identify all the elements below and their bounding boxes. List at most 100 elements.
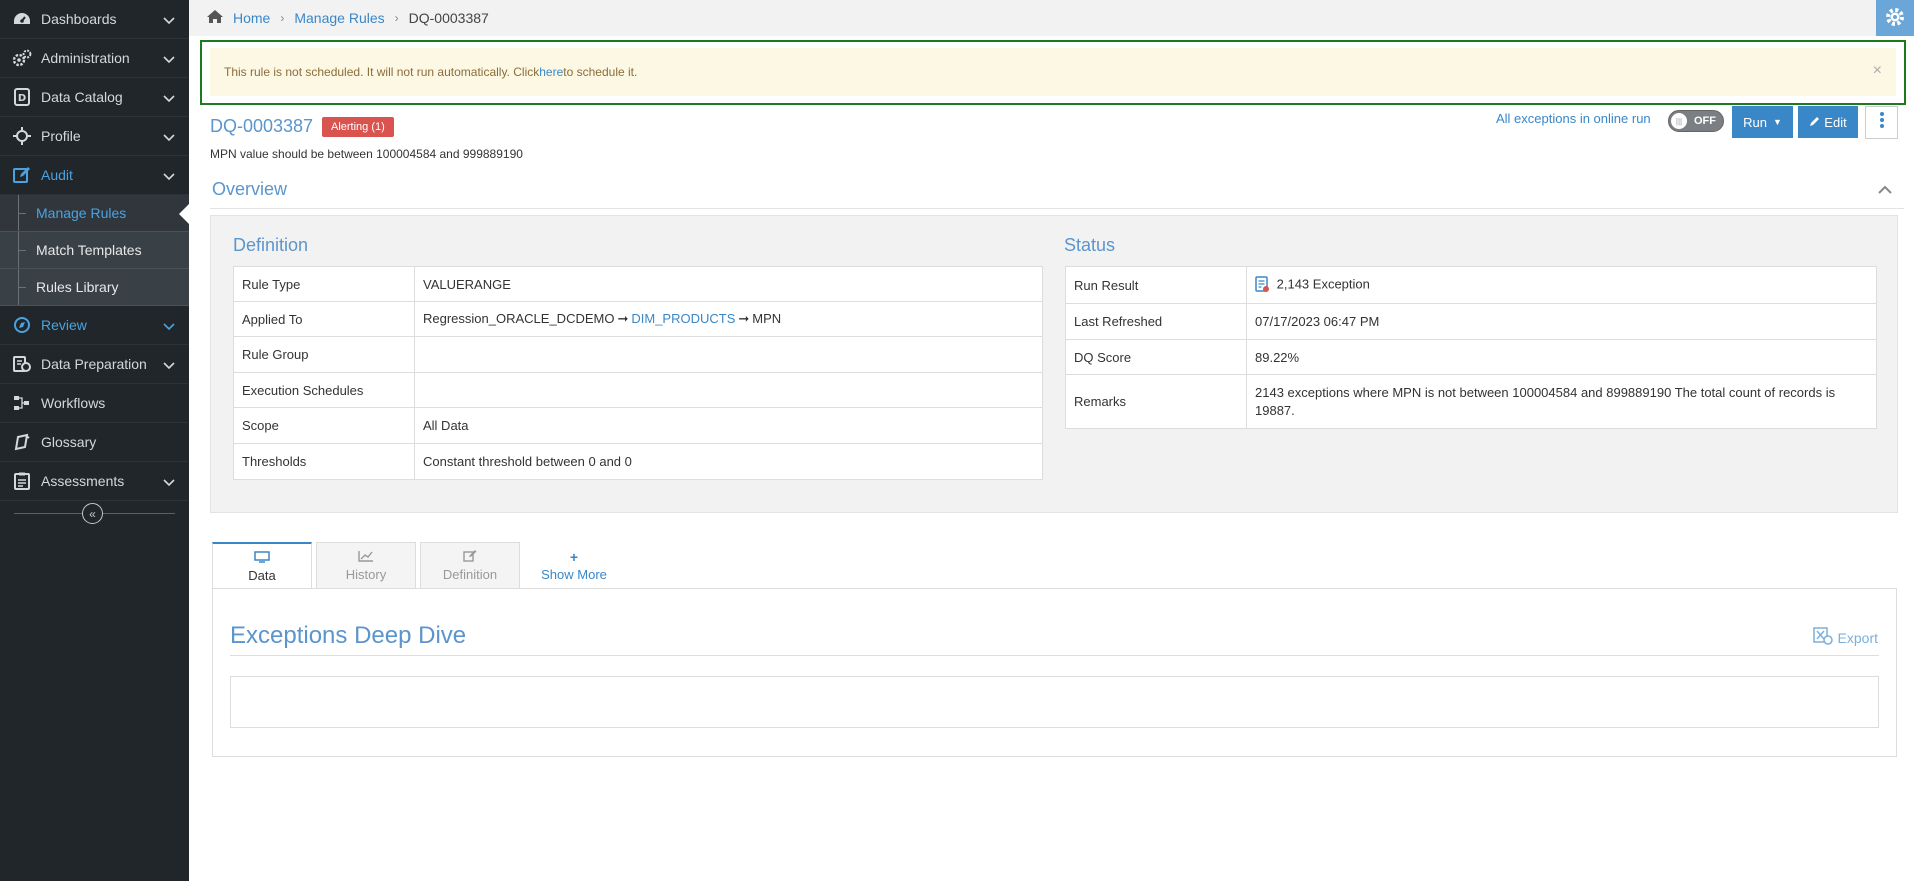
export-icon: [1812, 627, 1833, 648]
alert-message: This rule is not scheduled. It will not …: [210, 48, 1896, 96]
dq-score-label: DQ Score: [1065, 339, 1247, 375]
sidebar-item-label: Profile: [41, 128, 81, 144]
tab-show-more[interactable]: + Show More: [524, 542, 624, 588]
rule-group-label: Rule Group: [233, 336, 415, 373]
svg-text:D: D: [18, 93, 26, 104]
thresholds-value: Constant threshold between 0 and 0: [414, 443, 1043, 480]
schedule-link[interactable]: here: [539, 65, 563, 79]
divider: [230, 655, 1879, 656]
tab-definition[interactable]: Definition: [420, 542, 520, 588]
overview-title: Overview: [212, 179, 288, 199]
table-row: Run Result 2,143 Exception: [1065, 266, 1877, 304]
tab-data[interactable]: Data: [212, 542, 312, 589]
applied-source: Regression_ORACLE_DCDEMO: [423, 311, 615, 326]
sidebar-subitem-label: Manage Rules: [36, 205, 127, 221]
export-button[interactable]: Export: [1812, 627, 1878, 648]
edit-button[interactable]: Edit: [1798, 106, 1858, 138]
rule-group-value: [414, 336, 1043, 373]
close-icon[interactable]: ×: [1873, 62, 1882, 80]
settings-gear-button[interactable]: [1876, 0, 1914, 36]
applied-table-link[interactable]: DIM_PRODUCTS: [631, 311, 735, 326]
edit-icon: [463, 549, 477, 565]
sidebar-item-workflows[interactable]: Workflows: [0, 384, 189, 423]
sidebar-subitem-rules-library[interactable]: Rules Library: [0, 269, 189, 306]
sidebar-item-assessments[interactable]: Assessments: [0, 462, 189, 501]
chevron-down-icon: [163, 12, 175, 28]
thresholds-label: Thresholds: [233, 443, 415, 480]
chevron-right-icon: ›: [280, 11, 285, 25]
chevron-right-icon: ›: [394, 11, 399, 25]
tab-label: Data: [248, 567, 276, 583]
sidebar-item-data-catalog[interactable]: D Data Catalog: [0, 78, 189, 117]
rule-type-value: VALUERANGE: [414, 266, 1043, 302]
rule-description: MPN value should be between 100004584 an…: [210, 147, 523, 161]
sidebar-item-audit[interactable]: Audit: [0, 156, 189, 195]
chevron-down-icon: [163, 129, 175, 145]
rule-type-label: Rule Type: [233, 266, 415, 302]
sidebar-item-glossary[interactable]: Glossary: [0, 423, 189, 462]
schedules-value: [414, 372, 1043, 408]
run-button[interactable]: Run ▼: [1732, 106, 1793, 138]
table-row: Thresholds Constant threshold between 0 …: [233, 443, 1043, 480]
sidebar-item-review[interactable]: Review: [0, 306, 189, 345]
online-run-label: All exceptions in online run: [1496, 111, 1651, 126]
chevron-up-icon[interactable]: [1878, 181, 1892, 197]
sidebar-subitem-match-templates[interactable]: Match Templates: [0, 232, 189, 269]
edit-label: Edit: [1824, 114, 1847, 130]
tab-panel-data: Exceptions Deep Dive Export: [212, 588, 1897, 757]
toggle-state: OFF: [1694, 115, 1716, 127]
exception-report-icon: [1255, 276, 1269, 295]
sidebar-item-administration[interactable]: Administration: [0, 39, 189, 78]
chevron-down-icon: [163, 474, 175, 490]
sidebar-item-profile[interactable]: Profile: [0, 117, 189, 156]
glossary-icon: [12, 432, 32, 452]
breadcrumb-home[interactable]: Home: [233, 10, 270, 26]
applied-to-value: Regression_ORACLE_DCDEMO ➞ DIM_PRODUCTS ➞ MP…: [414, 301, 1043, 337]
alert-text-after: to schedule it.: [563, 65, 638, 79]
tab-history[interactable]: History: [316, 542, 416, 588]
last-refreshed-value: 07/17/2023 06:47 PM: [1246, 303, 1877, 340]
status-badge: Alerting (1): [322, 117, 394, 137]
vertical-ellipsis-icon: [1879, 112, 1884, 133]
data-prep-icon: [12, 354, 32, 374]
edit-icon: [12, 165, 32, 185]
sidebar-item-label: Audit: [41, 167, 73, 183]
table-row: Rule Type VALUERANGE: [233, 266, 1043, 302]
arrow-right-icon: ➞: [617, 311, 629, 326]
gear-icon: [1884, 6, 1906, 31]
tab-label: History: [345, 566, 387, 582]
exceptions-deep-dive-title: Exceptions Deep Dive: [230, 622, 467, 649]
remarks-value: 2143 exceptions where MPN is not between…: [1246, 374, 1877, 429]
line-chart-icon: [358, 550, 374, 565]
table-row: Execution Schedules: [233, 372, 1043, 408]
sidebar-subitem-manage-rules[interactable]: Manage Rules: [0, 195, 190, 232]
status-title: Status: [1064, 235, 1116, 255]
divider: [210, 208, 1904, 209]
crosshair-icon: [12, 126, 32, 146]
breadcrumb-manage-rules[interactable]: Manage Rules: [294, 10, 384, 26]
breadcrumb-current: DQ-0003387: [408, 10, 489, 26]
sidebar-item-data-preparation[interactable]: Data Preparation: [0, 345, 189, 384]
sidebar-item-dashboards[interactable]: Dashboards: [0, 0, 189, 39]
tab-label: Show More: [541, 566, 607, 582]
sidebar-collapse: «: [14, 501, 175, 525]
online-run-toggle[interactable]: ||| OFF: [1668, 110, 1724, 132]
sidebar-item-label: Dashboards: [41, 11, 117, 27]
home-icon[interactable]: [206, 9, 224, 27]
clipboard-icon: [12, 471, 32, 491]
breadcrumb: Home › Manage Rules › DQ-0003387: [189, 0, 1914, 36]
chevron-down-icon: [163, 90, 175, 106]
exceptions-data-grid: [230, 676, 1879, 728]
table-row: Last Refreshed 07/17/2023 06:47 PM: [1065, 303, 1877, 340]
chevron-down-icon: [163, 357, 175, 373]
run-result-value: 2,143 Exception: [1246, 266, 1877, 304]
arrow-right-icon: ➞: [738, 311, 750, 326]
run-label: Run: [1743, 114, 1767, 130]
tab-label: Definition: [442, 567, 498, 582]
collapse-sidebar-icon[interactable]: «: [82, 503, 103, 524]
table-row: Rule Group: [233, 336, 1043, 373]
sidebar: Dashboards Administration D Data Catalog…: [0, 0, 190, 881]
rule-id: DQ-0003387: [210, 116, 314, 136]
workflow-icon: [12, 393, 32, 413]
more-options-button[interactable]: [1865, 106, 1898, 139]
